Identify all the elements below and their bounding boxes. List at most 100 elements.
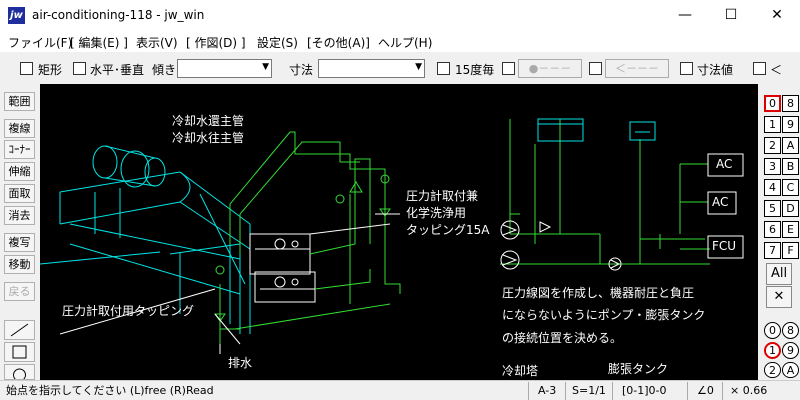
tool-erase-button[interactable]: 消去 <box>4 206 35 225</box>
angle-combo[interactable]: ▼ <box>177 59 272 78</box>
menu-help[interactable]: ヘルプ(H) <box>378 34 432 51</box>
tool-parallel-button[interactable]: 複線 <box>4 119 35 138</box>
rect-label: 矩形 <box>38 63 63 77</box>
status-divider <box>612 382 613 400</box>
tool-chamfer-button[interactable]: 面取 <box>4 184 35 203</box>
cooling-water-pipes <box>214 131 401 354</box>
angle-label: 傾き <box>152 63 177 77</box>
layer-2-button[interactable]: 2 <box>764 362 781 378</box>
dimension-combo[interactable]: ▼ <box>318 59 425 78</box>
layer-group-6-button[interactable]: 6 <box>764 221 781 238</box>
tool-range-button[interactable]: 範囲 <box>4 92 35 111</box>
circle-tool-button[interactable] <box>4 364 35 380</box>
layer-a-button[interactable]: A <box>782 362 799 378</box>
app-icon: jw <box>8 7 25 24</box>
dimval-checkbox[interactable] <box>680 62 693 75</box>
layer-group-7-button[interactable]: 7 <box>764 242 781 259</box>
layer-group-c-button[interactable]: C <box>782 179 799 196</box>
note-expansion-tank: 膨張タンク <box>608 362 669 376</box>
tool-undo-button[interactable]: 戻る <box>4 282 35 301</box>
layer-group-a-button[interactable]: A <box>782 137 799 154</box>
layer-8-button[interactable]: 8 <box>782 322 799 339</box>
dot-checkbox[interactable] <box>502 62 515 75</box>
layer-9-button[interactable]: 9 <box>782 342 799 359</box>
menu-settings[interactable]: 設定(S) <box>257 34 298 51</box>
note-desc-line2: にならないようにポンプ・膨張タンク <box>502 308 706 322</box>
unit-ac-2: AC <box>712 195 729 209</box>
layer-group-d-button[interactable]: D <box>782 200 799 217</box>
note-supply-pipe: 冷却水往主管 <box>172 131 245 145</box>
tank-symbols <box>537 118 656 142</box>
tool-move-button[interactable]: 移動 <box>4 255 35 274</box>
tool-corner-button[interactable]: ｺｰﾅｰ <box>4 140 35 159</box>
menu-draw[interactable]: [ 作図(D) ] <box>186 34 246 51</box>
layer-group-1-button[interactable]: 1 <box>764 116 781 133</box>
arrow-checkbox[interactable] <box>589 62 602 75</box>
step15-checkbox[interactable] <box>437 62 450 75</box>
status-layer[interactable]: [0-1]0-0 <box>622 382 667 400</box>
menu-bar: ファイル(F) [ 編集(E) ] 表示(V) [ 作図(D) ] 設定(S) … <box>0 31 800 52</box>
note-cooling-tower: 冷却塔 <box>502 364 539 378</box>
layer-group-8-button[interactable]: 8 <box>782 95 799 112</box>
pump-symbols <box>500 220 622 271</box>
less-label: ＜ <box>770 63 783 77</box>
layer-group-5-button[interactable]: 5 <box>764 200 781 217</box>
status-scale[interactable]: S=1/1 <box>572 382 606 400</box>
window-title: air-conditioning-118 - jw_win <box>32 8 205 22</box>
rect-checkbox[interactable] <box>20 62 33 75</box>
layer-1-button[interactable]: 1 <box>764 342 781 359</box>
note-gauge-tap: 圧力計取付用タッピング <box>62 304 195 318</box>
note-return-pipe: 冷却水還主管 <box>172 114 245 128</box>
dimension-label: 寸法 <box>289 63 314 77</box>
status-angle[interactable]: ∠0 <box>697 382 714 400</box>
layer-group-4-button[interactable]: 4 <box>764 179 781 196</box>
less-checkbox[interactable] <box>753 62 766 75</box>
chevron-down-icon: ▼ <box>415 62 422 72</box>
title-bar: jw air-conditioning-118 - jw_win — ☐ ✕ <box>0 0 800 31</box>
menu-view[interactable]: 表示(V) <box>136 34 178 51</box>
note-gauge-line2: 化学洗浄用 <box>406 206 467 220</box>
status-paper[interactable]: A-3 <box>538 382 556 400</box>
status-divider <box>722 382 723 400</box>
status-divider <box>687 382 688 400</box>
layer-group-f-button[interactable]: F <box>782 242 799 259</box>
layer-all-button[interactable]: All <box>766 263 792 285</box>
layer-group-0-button[interactable]: 0 <box>764 95 781 112</box>
hv-label: 水平･垂直 <box>90 63 145 77</box>
layer-group-2-button[interactable]: 2 <box>764 137 781 154</box>
dot-line-button[interactable]: ●－－－ <box>518 59 582 78</box>
hv-checkbox[interactable] <box>73 62 86 75</box>
note-desc-line1: 圧力線図を作成し、機器耐圧と負圧 <box>502 286 695 300</box>
arrow-line-button[interactable]: ＜－－－ <box>605 59 669 78</box>
layer-0-button[interactable]: 0 <box>764 322 781 339</box>
maximize-button[interactable]: ☐ <box>708 0 754 31</box>
tool-stretch-button[interactable]: 伸縮 <box>4 162 35 181</box>
dimval-label: 寸法値 <box>697 63 734 77</box>
tool-copy-button[interactable]: 複写 <box>4 233 35 252</box>
layer-group-e-button[interactable]: E <box>782 221 799 238</box>
chevron-down-icon: ▼ <box>262 62 269 72</box>
note-desc-line3: の接続位置を決める。 <box>502 331 623 345</box>
tool-panel: 範囲 複線 ｺｰﾅｰ 伸縮 面取 消去 複写 移動 戻る <box>0 84 38 380</box>
menu-other[interactable]: [その他(A)] <box>307 34 370 51</box>
close-button[interactable]: ✕ <box>754 0 800 31</box>
layer-group-b-button[interactable]: B <box>782 158 799 175</box>
rect-tool-button[interactable] <box>4 342 35 362</box>
status-message: 始点を指示してください (L)free (R)Read <box>6 384 214 397</box>
circle-icon <box>13 368 26 379</box>
menu-file[interactable]: ファイル(F) <box>8 34 72 51</box>
layer-close-button[interactable]: ✕ <box>766 286 792 308</box>
layer-group-3-button[interactable]: 3 <box>764 158 781 175</box>
status-zoom[interactable]: × 0.66 <box>730 382 767 400</box>
note-gauge-line3: タッピング15A <box>406 223 490 237</box>
note-drain: 排水 <box>228 356 253 370</box>
minimize-button[interactable]: — <box>662 0 708 31</box>
chiller-nozzles <box>249 233 316 303</box>
drawing-canvas[interactable]: 冷却水還主管 冷却水往主管 圧力計取付兼 化学洗浄用 タッピング15A 圧力計取… <box>40 84 758 380</box>
line-tool-button[interactable] <box>4 320 35 340</box>
line-icon <box>10 323 29 337</box>
layer-group-9-button[interactable]: 9 <box>782 116 799 133</box>
unit-ac-1: AC <box>716 157 733 171</box>
toolbar: 矩形 水平･垂直 傾き ▼ 寸法 ▼ 15度毎 ●－－－ ＜－－－ 寸法値 ＜ <box>0 56 800 82</box>
menu-edit[interactable]: [ 編集(E) ] <box>70 34 128 51</box>
